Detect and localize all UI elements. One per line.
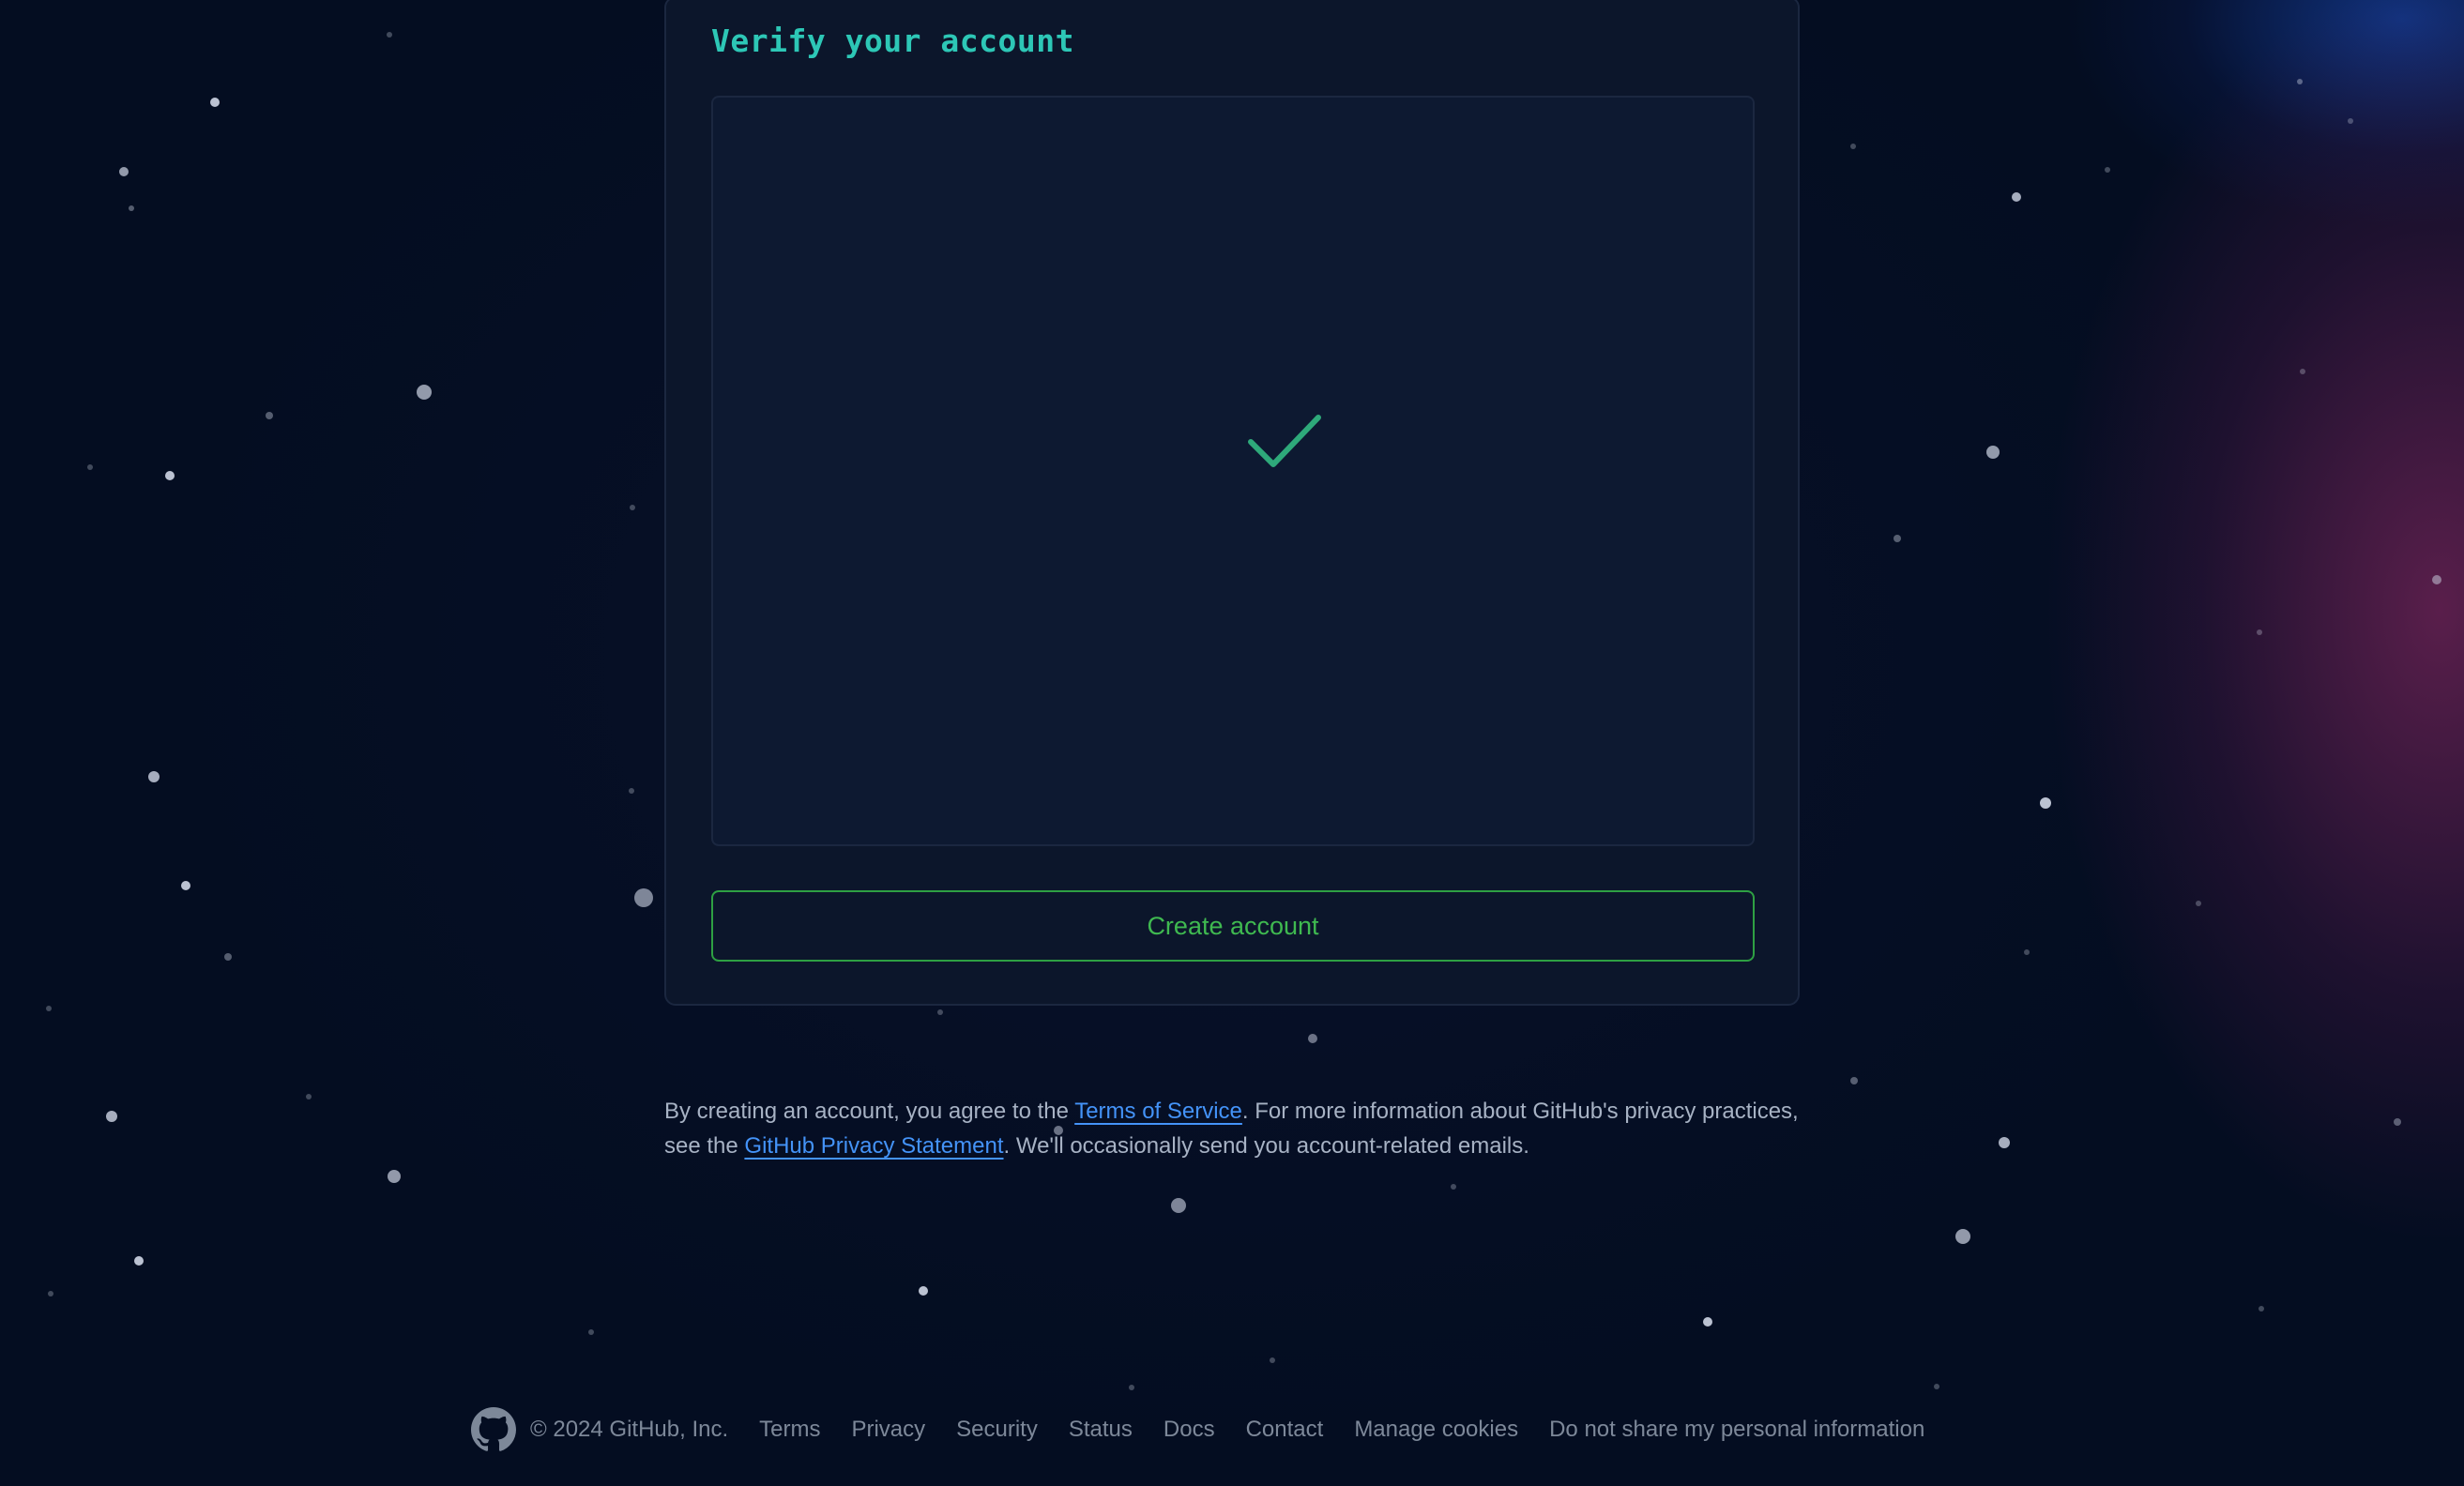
captcha-verification-frame[interactable] (711, 96, 1755, 846)
terms-text-start: By creating an account, you agree to the (664, 1099, 1075, 1124)
site-footer: © 2024 GitHub, Inc. Terms Privacy Securi… (471, 1403, 1924, 1456)
footer-link-docs[interactable]: Docs (1164, 1417, 1215, 1443)
checkmark-icon (1248, 415, 1321, 467)
footer-link-contact[interactable]: Contact (1246, 1417, 1324, 1443)
footer-link-terms[interactable]: Terms (759, 1417, 820, 1443)
github-logo-icon[interactable] (471, 1407, 516, 1452)
footer-link-do-not-share[interactable]: Do not share my personal information (1549, 1417, 1924, 1443)
copyright-text: © 2024 GitHub, Inc. (530, 1417, 729, 1442)
footer-link-status[interactable]: Status (1069, 1417, 1133, 1443)
terms-notice: By creating an account, you agree to the… (664, 1094, 1828, 1163)
create-account-button[interactable]: Create account (711, 890, 1755, 962)
footer-link-security[interactable]: Security (956, 1417, 1038, 1443)
terms-of-service-link[interactable]: Terms of Service (1074, 1099, 1242, 1124)
terms-text-end: . We'll occasionally send you account-re… (1003, 1133, 1529, 1159)
card-title: Verify your account (711, 23, 1074, 59)
verify-account-card: Verify your account Create account (664, 0, 1800, 1006)
footer-link-manage-cookies[interactable]: Manage cookies (1354, 1417, 1518, 1443)
privacy-statement-link[interactable]: GitHub Privacy Statement (744, 1133, 1003, 1159)
footer-link-privacy[interactable]: Privacy (851, 1417, 925, 1443)
